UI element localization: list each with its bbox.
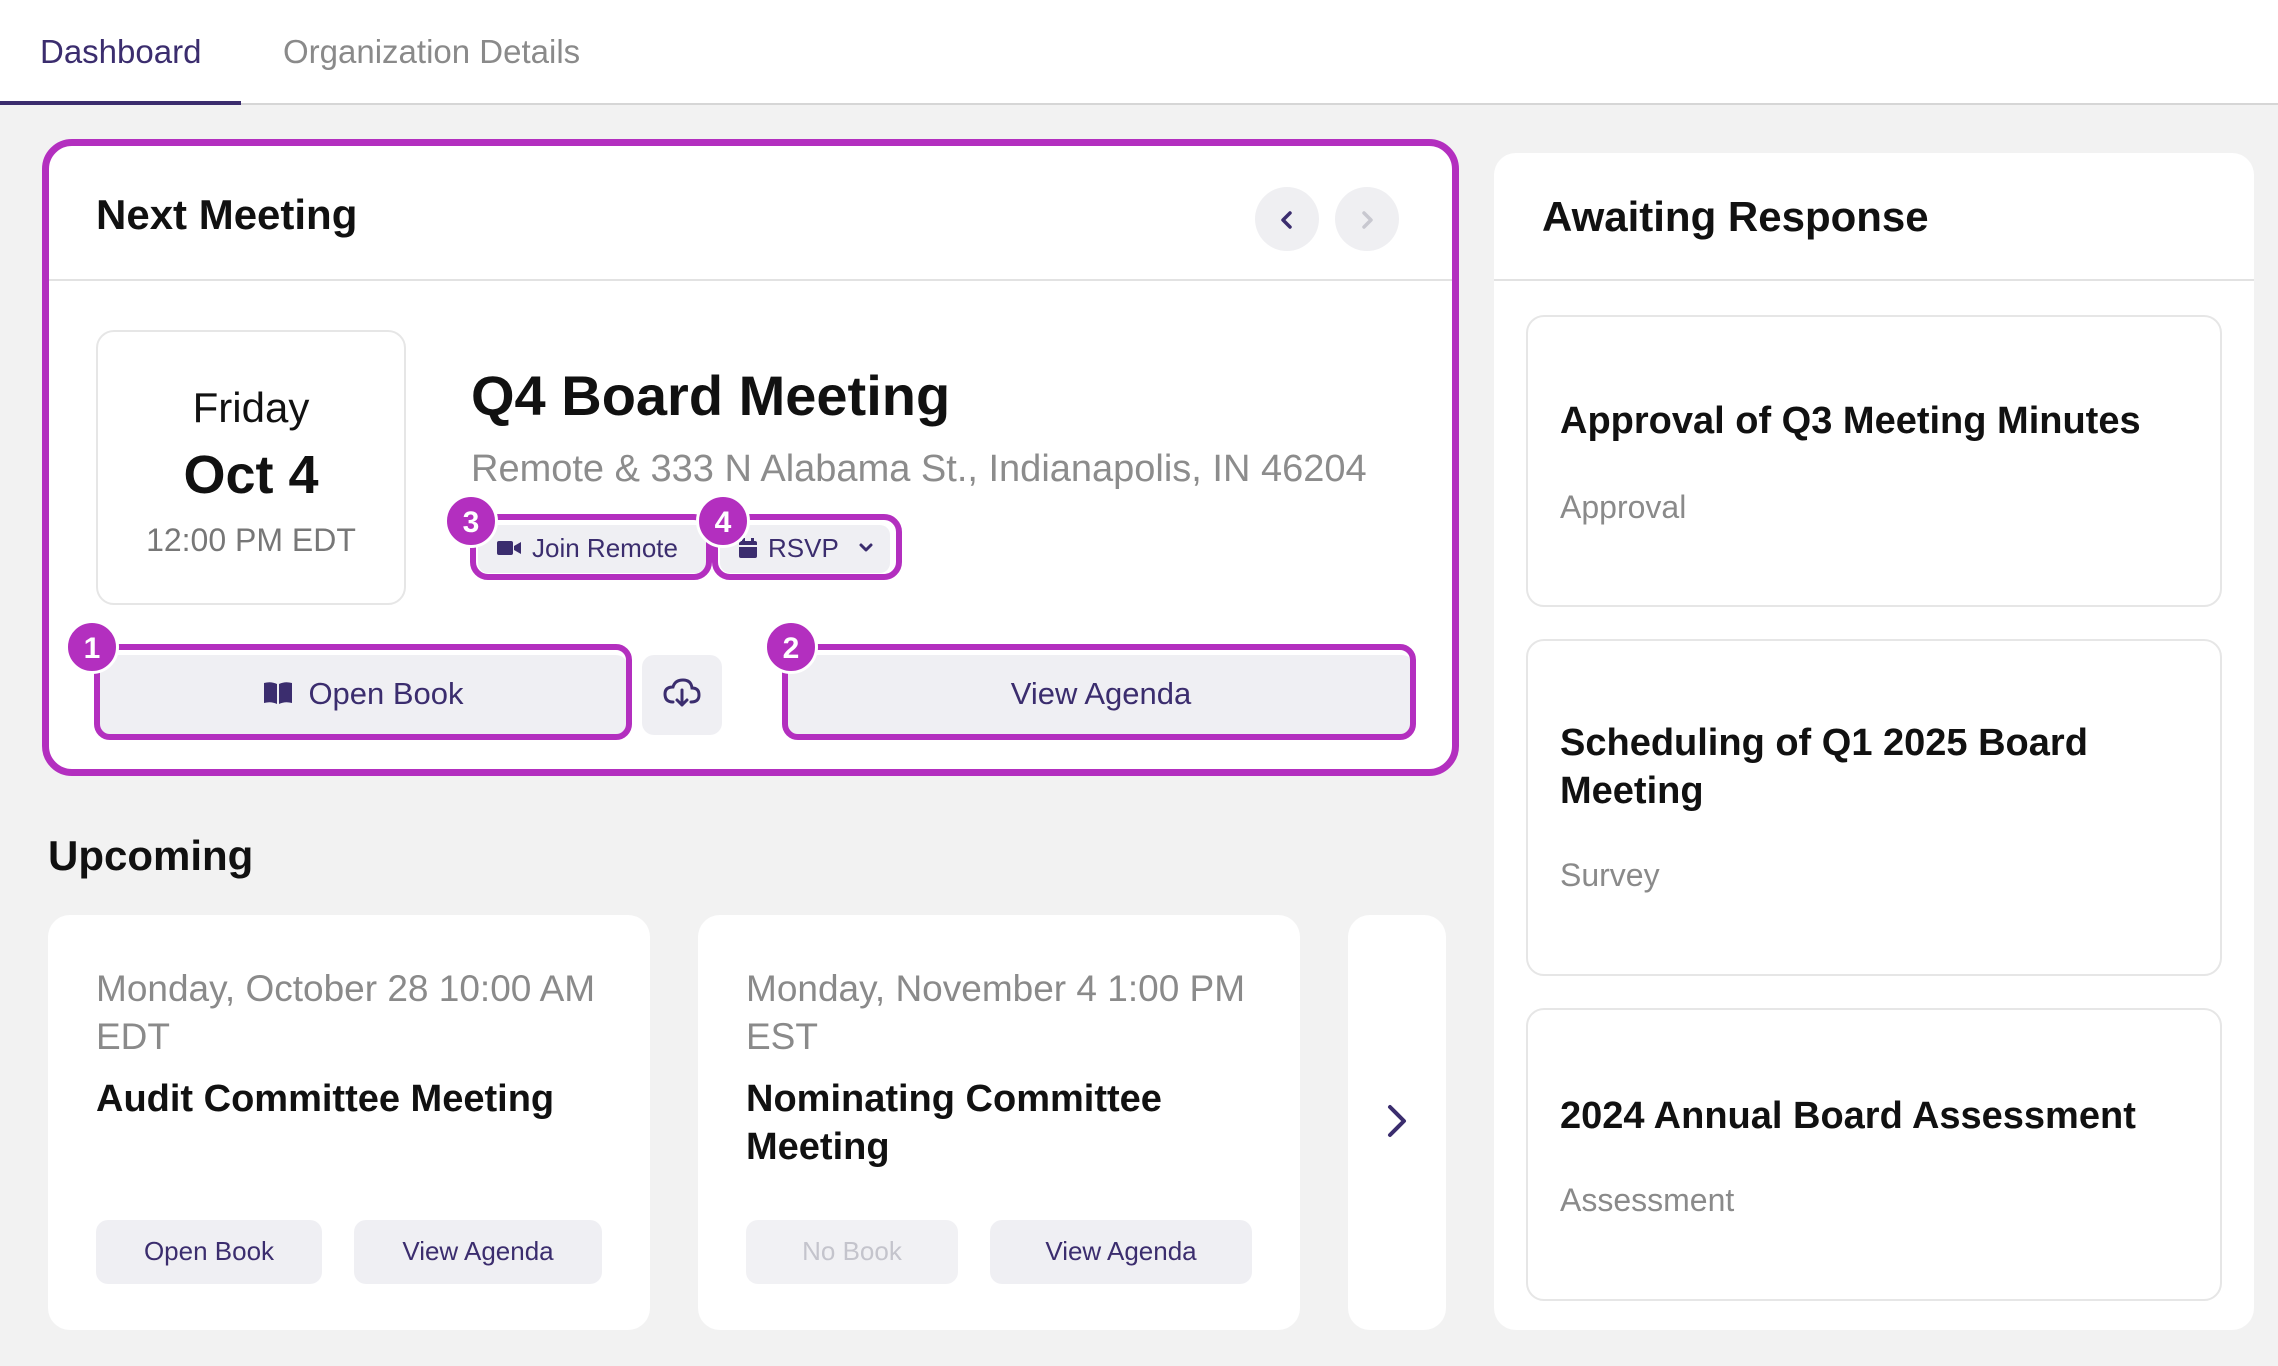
task-type: Survey: [1560, 857, 1660, 893]
open-book-button[interactable]: Open Book: [98, 655, 628, 735]
tab-bar: Dashboard Organization Details: [0, 0, 2278, 105]
upcoming-meeting-date: Monday, November 4 1:00 PM EST: [746, 968, 1246, 1057]
meeting-title: Q4 Board Meeting: [471, 364, 951, 427]
tab-dashboard[interactable]: Dashboard: [0, 0, 242, 105]
cloud-download-icon: [663, 678, 701, 707]
tab-organization-details[interactable]: Organization Details: [243, 0, 620, 105]
video-camera-icon: [497, 541, 521, 556]
meeting-day: Friday: [192, 384, 310, 431]
task-name: 2024 Annual Board Assessment: [1560, 1095, 2136, 1137]
task-item[interactable]: Approval of Q3 Meeting Minutes Approval: [1526, 315, 2222, 607]
download-book-button[interactable]: [642, 655, 722, 735]
step-badge-3: 3: [444, 494, 498, 548]
awaiting-response-title: Awaiting Response: [1542, 193, 1929, 240]
next-meeting-card: Next Meeting Friday Oct 4 12:00 PM EDT Q…: [48, 145, 1453, 770]
join-remote-button[interactable]: Join Remote: [478, 525, 706, 573]
upcoming-meeting-card: Monday, October 28 10:00 AM EDT Audit Co…: [48, 915, 650, 1330]
awaiting-response-header: Awaiting Response: [1494, 153, 2254, 281]
previous-meeting-button[interactable]: [1255, 187, 1319, 251]
next-meeting-header: Next Meeting: [48, 145, 1453, 281]
step-badge-4: 4: [696, 494, 750, 548]
view-agenda-button[interactable]: View Agenda: [788, 655, 1414, 735]
upcoming-view-agenda-button[interactable]: View Agenda: [354, 1220, 602, 1284]
awaiting-response-card: Awaiting Response Approval of Q3 Meeting…: [1494, 153, 2254, 1330]
upcoming-meeting-name: Audit Committee Meeting: [96, 1078, 555, 1120]
task-name: Scheduling of Q1 2025 Board Meeting: [1560, 722, 2088, 812]
book-open-icon: [264, 682, 293, 704]
upcoming-view-agenda-button[interactable]: View Agenda: [990, 1220, 1252, 1284]
upcoming-title: Upcoming: [48, 832, 254, 879]
task-item[interactable]: 2024 Annual Board Assessment Assessment: [1526, 1008, 2222, 1301]
task-type: Assessment: [1560, 1182, 1735, 1218]
meeting-date: Oct 4: [183, 445, 319, 505]
task-item[interactable]: Scheduling of Q1 2025 Board Meeting Surv…: [1526, 639, 2222, 976]
join-remote-label: Join Remote: [532, 533, 678, 563]
chevron-right-icon: [1362, 210, 1373, 229]
meeting-date-box: Friday Oct 4 12:00 PM EDT: [96, 330, 406, 605]
upcoming-meeting-name: Nominating Committee Meeting: [746, 1078, 1162, 1168]
meeting-time: 12:00 PM EDT: [146, 522, 356, 558]
upcoming-next-button[interactable]: [1348, 915, 1446, 1330]
chevron-right-icon: [1388, 1105, 1406, 1137]
next-meeting-title: Next Meeting: [96, 191, 358, 238]
open-book-label: Open Book: [308, 676, 464, 711]
upcoming-open-book-button[interactable]: Open Book: [96, 1220, 322, 1284]
chevron-down-icon: [859, 543, 873, 552]
chevron-left-icon: [1281, 210, 1292, 229]
step-badge-1: 1: [65, 620, 119, 674]
step-badge-2: 2: [764, 620, 818, 674]
upcoming-no-book-button: No Book: [746, 1220, 958, 1284]
task-type: Approval: [1560, 489, 1687, 525]
upcoming-meeting-date: Monday, October 28 10:00 AM EDT: [96, 968, 596, 1057]
rsvp-label: RSVP: [768, 533, 839, 563]
next-meeting-button[interactable]: [1335, 187, 1399, 251]
upcoming-meeting-card: Monday, November 4 1:00 PM EST Nominatin…: [698, 915, 1300, 1330]
meeting-location: Remote & 333 N Alabama St., Indianapolis…: [471, 448, 1367, 490]
task-name: Approval of Q3 Meeting Minutes: [1560, 400, 2141, 442]
